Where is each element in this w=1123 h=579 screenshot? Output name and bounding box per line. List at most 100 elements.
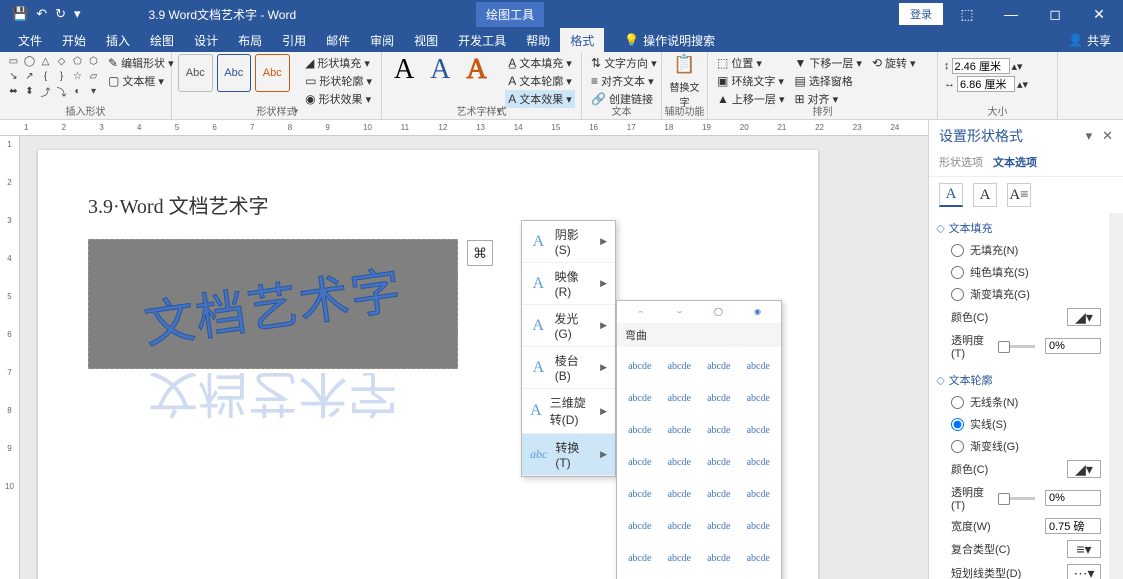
transform-preset[interactable]: abcde xyxy=(621,447,659,477)
transparency-input[interactable] xyxy=(1045,338,1101,354)
transform-preset[interactable]: abcde xyxy=(700,447,738,477)
transform-preset[interactable]: ⌢ xyxy=(623,307,659,317)
login-button[interactable]: 登录 xyxy=(899,3,943,25)
transform-preset[interactable]: abcde xyxy=(740,479,778,509)
shape-style-preset-2[interactable]: Abc xyxy=(217,54,252,92)
shape-fill-button[interactable]: ◢形状填充 ▾ xyxy=(302,54,375,72)
radio-no-fill[interactable]: 无填充(N) xyxy=(937,239,1101,261)
transform-preset[interactable]: abcde xyxy=(621,383,659,413)
rotate-button[interactable]: ⟲旋转 ▾ xyxy=(869,54,919,72)
fx-transform[interactable]: abc转换(T)▶ xyxy=(522,434,615,476)
tab-design[interactable]: 设计 xyxy=(184,28,228,52)
width-input[interactable] xyxy=(957,76,1015,92)
transform-preset[interactable]: ⌣ xyxy=(662,307,698,317)
transform-preset[interactable]: ◉ xyxy=(740,307,776,317)
tell-me-search[interactable]: 💡 操作说明搜索 xyxy=(624,28,715,52)
outline-transparency-input[interactable] xyxy=(1045,490,1101,506)
shape-style-preset-3[interactable]: Abc xyxy=(255,54,290,92)
wrap-text-button[interactable]: ▣环绕文字 ▾ xyxy=(714,72,787,90)
wordart-preset-3[interactable]: A xyxy=(460,54,492,86)
radio-no-line[interactable]: 无线条(N) xyxy=(937,391,1101,413)
fx-3d-rotation[interactable]: A三维旋转(D)▶ xyxy=(522,389,615,434)
transform-preset[interactable]: abcde xyxy=(661,511,699,541)
transform-preset[interactable]: abcde xyxy=(740,447,778,477)
pane-category-effects-icon[interactable]: A xyxy=(973,183,997,207)
transform-preset[interactable]: abcde xyxy=(740,511,778,541)
transform-preset[interactable]: abcde xyxy=(621,575,659,579)
qat-more-icon[interactable]: ▾ xyxy=(74,6,81,22)
pane-dropdown-icon[interactable]: ▾ xyxy=(1086,128,1093,144)
transform-preset[interactable]: abcde xyxy=(621,511,659,541)
spinner-icon[interactable]: ▴▾ xyxy=(1017,78,1028,91)
wordart-preset-2[interactable]: A xyxy=(424,54,456,86)
dash-type-picker[interactable]: ⋯▾ xyxy=(1067,564,1101,579)
tab-references[interactable]: 引用 xyxy=(272,28,316,52)
shapes-gallery[interactable]: ▭◯△◇⬠⬡ ↘↗{}☆▱ ⬌⬍⤴⤵◐▾ xyxy=(6,54,101,98)
transform-preset[interactable]: abcde xyxy=(661,575,699,579)
transform-preset[interactable]: abcde xyxy=(740,351,778,381)
tab-draw[interactable]: 绘图 xyxy=(140,28,184,52)
tab-insert[interactable]: 插入 xyxy=(96,28,140,52)
transform-preset[interactable]: abcde xyxy=(740,575,778,579)
tab-file[interactable]: 文件 xyxy=(8,28,52,52)
height-input[interactable] xyxy=(952,58,1010,74)
transform-preset[interactable]: abcde xyxy=(700,415,738,445)
tab-layout[interactable]: 布局 xyxy=(228,28,272,52)
send-backward-button[interactable]: ▼下移一层 ▾ xyxy=(791,54,864,72)
transparency-slider[interactable] xyxy=(998,345,1035,348)
pane-close-icon[interactable]: ✕ xyxy=(1102,128,1113,144)
maximize-button[interactable]: ◻ xyxy=(1035,6,1075,23)
tab-home[interactable]: 开始 xyxy=(52,28,96,52)
share-button[interactable]: 👤 共享 xyxy=(1068,28,1111,52)
alt-text-icon[interactable]: 📋 xyxy=(673,54,695,75)
transform-preset[interactable]: abcde xyxy=(621,415,659,445)
pane-tab-text-options[interactable]: 文本选项 xyxy=(993,154,1037,170)
section-text-fill[interactable]: 文本填充 xyxy=(937,217,1101,239)
transform-preset[interactable]: abcde xyxy=(700,383,738,413)
text-outline-button[interactable]: A文本轮廓 ▾ xyxy=(505,72,575,90)
fx-reflection[interactable]: A映像(R)▶ xyxy=(522,263,615,305)
transform-preset[interactable]: abcde xyxy=(740,383,778,413)
transform-preset[interactable]: abcde xyxy=(700,543,738,573)
fx-shadow[interactable]: A阴影(S)▶ xyxy=(522,221,615,263)
transform-preset[interactable]: abcde xyxy=(661,543,699,573)
tab-view[interactable]: 视图 xyxy=(404,28,448,52)
wordart-text[interactable]: 文档艺术字 xyxy=(139,250,406,357)
save-icon[interactable]: 💾 xyxy=(12,6,28,22)
horizontal-ruler[interactable]: 123456789101112131415161718192021222324 xyxy=(0,120,928,136)
tab-developer[interactable]: 开发工具 xyxy=(448,28,516,52)
width-spinner[interactable]: ↔▴▾ xyxy=(944,76,1028,92)
undo-icon[interactable]: ↶ xyxy=(36,6,47,22)
transform-preset[interactable]: abcde xyxy=(700,351,738,381)
tab-format[interactable]: 格式 xyxy=(560,28,604,52)
radio-solid-line[interactable]: 实线(S) xyxy=(937,413,1101,435)
pane-scrollbar[interactable] xyxy=(1109,213,1123,579)
transform-preset[interactable]: abcde xyxy=(700,479,738,509)
pane-category-textbox-icon[interactable]: A≡ xyxy=(1007,183,1031,207)
wordart-preset-1[interactable]: A xyxy=(388,54,420,86)
position-button[interactable]: ⬚位置 ▾ xyxy=(714,54,787,72)
tab-help[interactable]: 帮助 xyxy=(516,28,560,52)
text-box-button[interactable]: ▢文本框 ▾ xyxy=(105,72,177,90)
transform-preset[interactable]: abcde xyxy=(661,447,699,477)
transform-preset[interactable]: ◯ xyxy=(701,307,737,317)
redo-icon[interactable]: ↻ xyxy=(55,6,66,22)
transform-preset[interactable]: abcde xyxy=(740,543,778,573)
section-text-outline[interactable]: 文本轮廓 xyxy=(937,369,1101,391)
tab-mailings[interactable]: 邮件 xyxy=(316,28,360,52)
document-heading[interactable]: 3.9·Word 文档艺术字 xyxy=(88,190,768,219)
minimize-button[interactable]: — xyxy=(991,6,1031,22)
tab-review[interactable]: 审阅 xyxy=(360,28,404,52)
compound-type-picker[interactable]: ≡▾ xyxy=(1067,540,1101,558)
shape-outline-button[interactable]: ▭形状轮廓 ▾ xyxy=(302,72,375,90)
text-direction-button[interactable]: ⇅文字方向 ▾ xyxy=(588,54,660,72)
fx-glow[interactable]: A发光(G)▶ xyxy=(522,305,615,347)
transform-preset[interactable]: abcde xyxy=(661,479,699,509)
wordart-object[interactable]: 文档艺术字 ⌘ xyxy=(88,239,458,369)
color-picker[interactable]: ◢▾ xyxy=(1067,308,1101,326)
outline-width-input[interactable] xyxy=(1045,518,1101,534)
text-fill-button[interactable]: A̲文本填充 ▾ xyxy=(505,54,575,72)
transform-preset[interactable]: abcde xyxy=(661,383,699,413)
radio-solid-fill[interactable]: 纯色填充(S) xyxy=(937,261,1101,283)
radio-gradient-line[interactable]: 渐变线(G) xyxy=(937,435,1101,457)
